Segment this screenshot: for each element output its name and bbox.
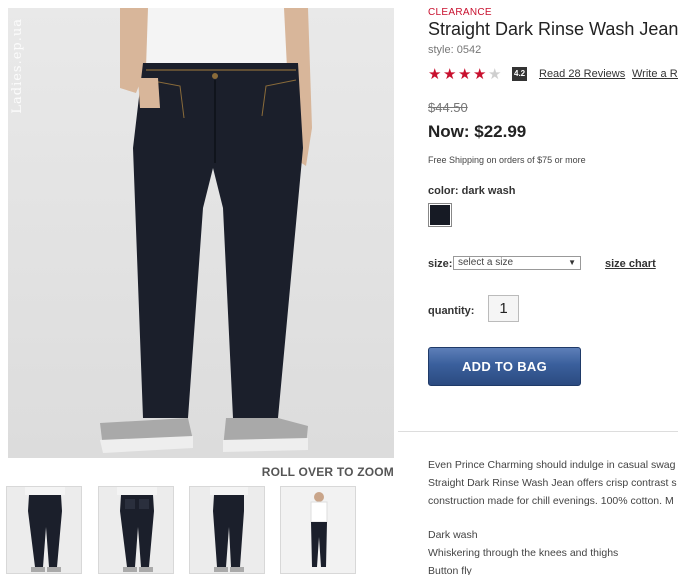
original-price: $44.50 xyxy=(428,100,468,115)
swatch-fill xyxy=(430,205,450,225)
dropdown-arrow-icon: ▼ xyxy=(568,258,576,267)
quantity-label: quantity: xyxy=(428,305,475,317)
jeans-photo xyxy=(100,8,312,453)
product-main-image[interactable]: Ladies.ep.ua xyxy=(8,8,394,458)
rating-badge: 4.2 xyxy=(512,67,528,81)
write-review-link[interactable]: Write a Re xyxy=(632,68,678,80)
size-select[interactable]: select a size ▼ xyxy=(453,256,581,270)
shipping-note: Free Shipping on orders of $75 or more xyxy=(428,155,586,165)
size-label: size: xyxy=(428,258,453,270)
star-icon: ★ xyxy=(428,66,442,83)
size-select-value: select a size xyxy=(458,257,514,268)
description-line: construction made for chill evenings. 10… xyxy=(428,495,674,507)
zoom-hint: ROLL OVER TO ZOOM xyxy=(261,465,394,479)
feature-item: Whiskering through the knees and thighs xyxy=(428,547,619,559)
product-description: Even Prince Charming should indulge in c… xyxy=(428,456,678,510)
star-icon: ★ xyxy=(473,66,487,83)
rating-stars[interactable]: ★ ★ ★ ★ ★ xyxy=(428,66,503,83)
size-chart-link[interactable]: size chart xyxy=(605,258,656,270)
color-label: color: dark wash xyxy=(428,185,516,197)
thumbnail-outfit[interactable] xyxy=(280,486,356,574)
add-to-bag-button[interactable]: ADD TO BAG xyxy=(428,347,581,386)
thumbnail-back[interactable] xyxy=(98,486,174,574)
style-number: style: 0542 xyxy=(428,44,482,56)
star-icon: ★ xyxy=(443,66,457,83)
product-title: Straight Dark Rinse Wash Jean xyxy=(428,19,678,39)
star-empty-icon: ★ xyxy=(488,66,502,83)
color-swatch-dark-wash[interactable] xyxy=(428,203,452,227)
thumbnail-side[interactable] xyxy=(189,486,265,574)
clearance-label: CLEARANCE xyxy=(428,7,492,18)
star-icon: ★ xyxy=(458,66,472,83)
read-reviews-link[interactable]: Read 28 Reviews xyxy=(539,68,625,80)
sale-price: Now: $22.99 xyxy=(428,122,527,141)
quantity-input[interactable]: 1 xyxy=(488,295,519,322)
feature-list: Dark wash Whiskering through the knees a… xyxy=(428,526,618,575)
feature-item: Button fly xyxy=(428,565,472,575)
description-line: Even Prince Charming should indulge in c… xyxy=(428,459,676,471)
feature-item: Dark wash xyxy=(428,529,478,541)
product-info-panel: CLEARANCE Straight Dark Rinse Wash Jean … xyxy=(428,0,678,575)
description-line: Straight Dark Rinse Wash Jean offers cri… xyxy=(428,477,677,489)
watermark-text: Ladies.ep.ua xyxy=(10,18,25,114)
thumbnail-front[interactable] xyxy=(6,486,82,574)
